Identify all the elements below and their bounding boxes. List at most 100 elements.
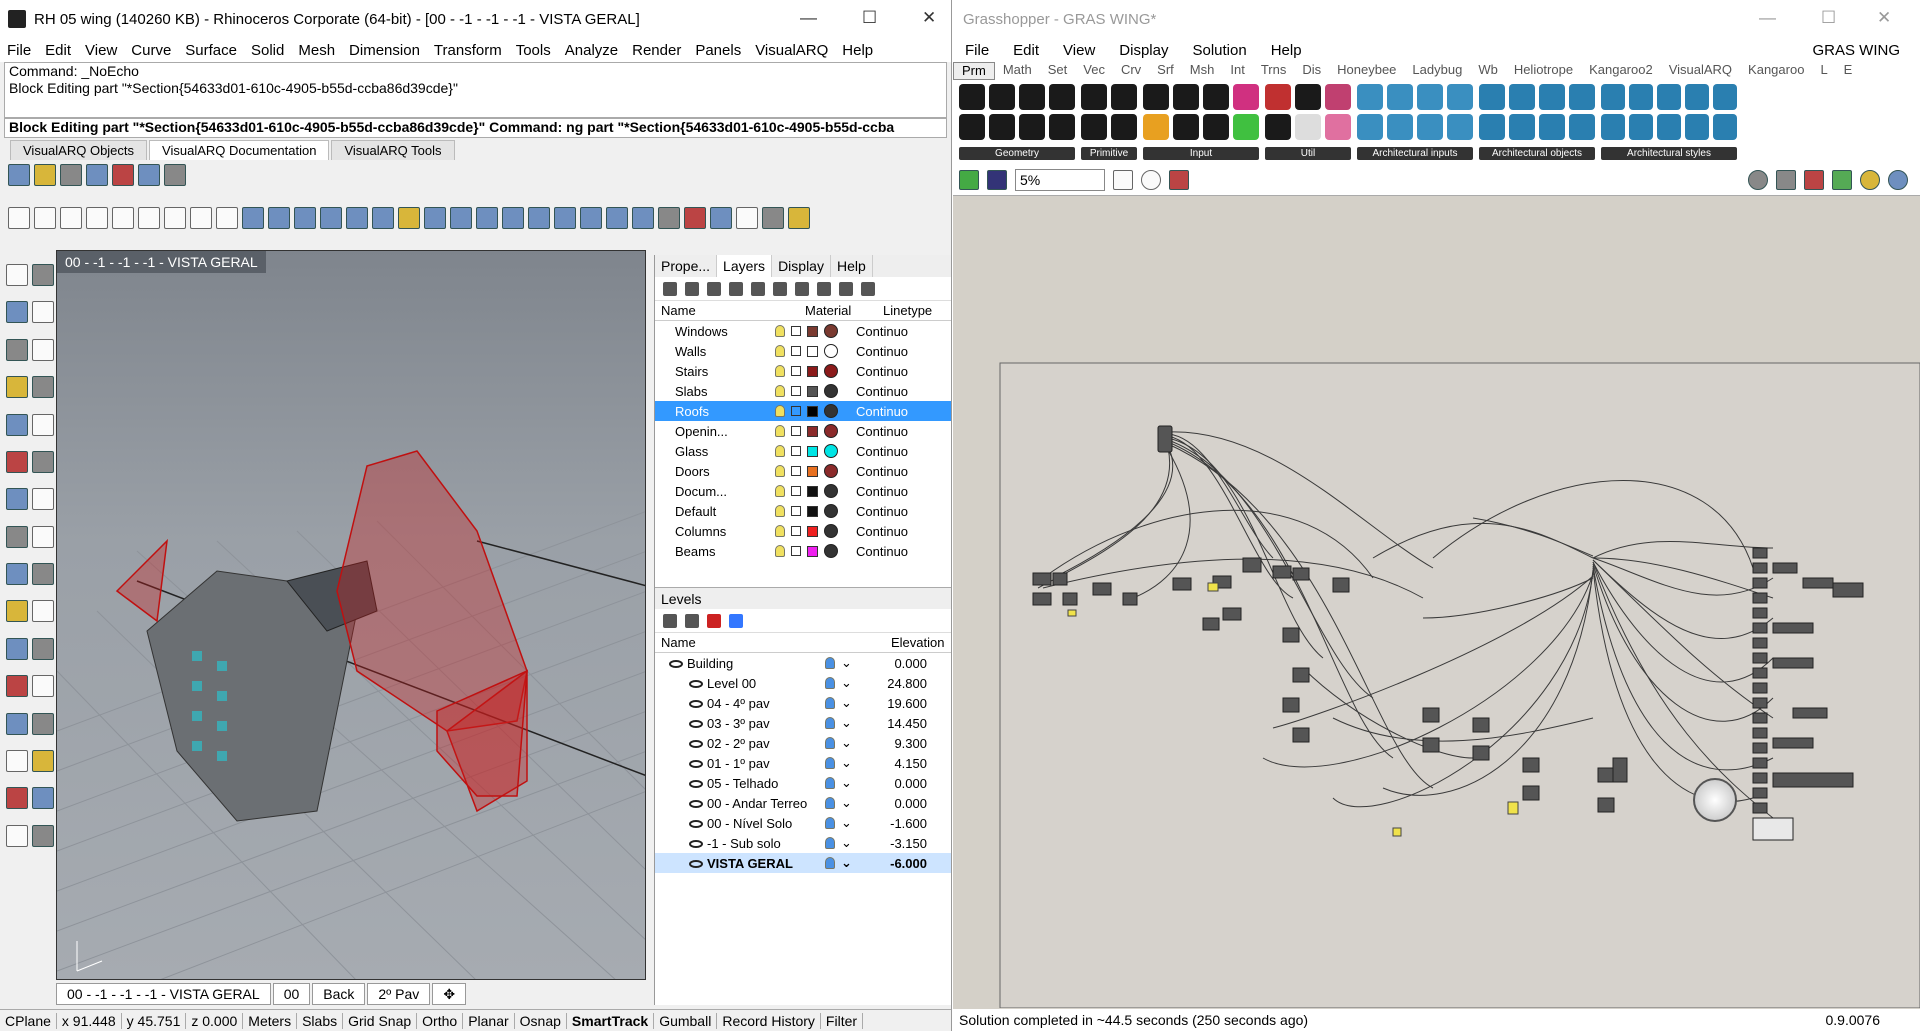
render-icon[interactable] <box>684 207 706 229</box>
menu-curve[interactable]: Curve <box>124 42 178 59</box>
viewport-tab[interactable]: 00 <box>272 983 311 1005</box>
layer-visible-icon[interactable] <box>775 385 785 397</box>
level-eye-icon[interactable] <box>689 760 703 769</box>
gh-close-icon[interactable]: ✕ <box>1877 8 1891 28</box>
level-row[interactable]: 04 - 4º pav ⌄ 19.600 <box>655 693 951 713</box>
layer-lock-icon[interactable] <box>791 526 801 536</box>
delete-layer-icon[interactable] <box>707 281 721 296</box>
layer-lock-icon[interactable] <box>791 426 801 436</box>
gh-tab[interactable]: Honeybee <box>1329 62 1404 80</box>
gh-tab[interactable]: Msh <box>1182 62 1223 80</box>
layer-linetype[interactable]: Continuo <box>856 464 916 479</box>
explode-icon[interactable] <box>580 207 602 229</box>
gh-menu-edit[interactable]: Edit <box>1001 42 1051 59</box>
tool-icon[interactable] <box>6 600 28 623</box>
layer-visible-icon[interactable] <box>775 525 785 537</box>
level-row[interactable]: Level 00 ⌄ 24.800 <box>655 673 951 693</box>
level-tools-icon[interactable]: ⌄ <box>841 755 867 771</box>
layer-color-swatch[interactable] <box>807 385 818 397</box>
level-home-icon[interactable] <box>729 613 743 628</box>
tab-properties[interactable]: Prope... <box>655 255 718 277</box>
gh-component-icon[interactable] <box>1713 114 1737 140</box>
layer-row[interactable]: Slabs Continuo <box>655 381 951 401</box>
house-outline-icon[interactable] <box>138 164 160 186</box>
gh-group-label[interactable]: Util <box>1265 147 1351 160</box>
gh-component-icon[interactable] <box>1049 84 1075 110</box>
dimension-icon[interactable] <box>450 207 472 229</box>
gh-component-icon[interactable] <box>1081 84 1107 110</box>
level-row[interactable]: 00 - Nível Solo ⌄ -1.600 <box>655 813 951 833</box>
status-units[interactable]: Meters <box>243 1012 298 1029</box>
filter-icon[interactable] <box>795 281 809 296</box>
menu-file[interactable]: File <box>0 42 38 59</box>
menu-visualarq[interactable]: VisualARQ <box>748 42 835 59</box>
tool-icon[interactable] <box>6 637 28 660</box>
layer-lock-icon[interactable] <box>791 506 801 516</box>
gh-tab[interactable]: Prm <box>953 62 995 80</box>
status-gridsnap[interactable]: Grid Snap <box>343 1012 418 1029</box>
tool-icon[interactable] <box>6 525 28 548</box>
menu-transform[interactable]: Transform <box>427 42 509 59</box>
gh-component-icon[interactable] <box>1479 84 1505 110</box>
layer-visible-icon[interactable] <box>775 325 785 337</box>
layer-linetype[interactable]: Continuo <box>856 364 916 379</box>
level-eye-icon[interactable] <box>689 680 703 689</box>
rectangle-icon[interactable] <box>164 207 186 229</box>
level-eye-icon[interactable] <box>689 720 703 729</box>
level-tools-icon[interactable]: ⌄ <box>841 835 867 851</box>
tool-icon[interactable] <box>32 824 54 847</box>
layer-color-swatch[interactable] <box>807 485 818 497</box>
menu-solid[interactable]: Solid <box>244 42 291 59</box>
status-ortho[interactable]: Ortho <box>417 1012 464 1029</box>
material-preview-icon[interactable] <box>1860 169 1880 190</box>
layer-material-icon[interactable] <box>824 444 838 458</box>
layer-visible-icon[interactable] <box>775 545 785 557</box>
layer-row[interactable]: Beams Continuo <box>655 541 951 561</box>
layer-material-icon[interactable] <box>824 324 838 338</box>
gh-tab[interactable]: Int <box>1222 62 1252 80</box>
layer-row[interactable]: Windows Continuo <box>655 321 951 341</box>
gh-component-icon[interactable] <box>1357 114 1383 140</box>
layer-visible-icon[interactable] <box>775 345 785 357</box>
layer-linetype[interactable]: Continuo <box>856 444 916 459</box>
fillet-icon[interactable] <box>216 207 238 229</box>
gh-tab[interactable]: Vec <box>1075 62 1113 80</box>
gh-component-icon[interactable] <box>959 84 985 110</box>
gh-menu-file[interactable]: File <box>953 42 1001 59</box>
gh-component-icon[interactable] <box>1387 114 1413 140</box>
preview-eye-icon[interactable] <box>1141 169 1161 190</box>
tool-icon[interactable] <box>6 413 28 436</box>
gh-menu-solution[interactable]: Solution <box>1180 42 1258 59</box>
boolean-icon[interactable] <box>320 207 342 229</box>
level-visible-icon[interactable] <box>825 757 835 769</box>
layer-row[interactable]: Roofs Continuo <box>655 401 951 421</box>
gh-component-icon[interactable] <box>1111 114 1137 140</box>
tool-icon[interactable] <box>32 637 54 660</box>
viewport-tab[interactable]: 00 - -1 - -1 - -1 - VISTA GERAL <box>56 983 271 1005</box>
level-eye-icon[interactable] <box>689 840 703 849</box>
minimize-icon[interactable]: — <box>800 8 817 28</box>
point-icon[interactable] <box>34 207 56 229</box>
layer-color-swatch[interactable] <box>807 345 818 357</box>
menu-surface[interactable]: Surface <box>178 42 244 59</box>
ellipse-icon[interactable] <box>190 207 212 229</box>
tool-icon[interactable] <box>32 525 54 548</box>
level-visible-icon[interactable] <box>825 657 835 669</box>
gh-component-icon[interactable] <box>1019 114 1045 140</box>
tool-icon[interactable] <box>32 301 54 324</box>
level-tools-icon[interactable]: ⌄ <box>841 735 867 751</box>
tool-icon[interactable] <box>6 824 28 847</box>
level-visible-icon[interactable] <box>825 837 835 849</box>
tool-icon[interactable] <box>6 301 28 324</box>
table-icon[interactable] <box>34 164 56 186</box>
level-tools-icon[interactable]: ⌄ <box>841 795 867 811</box>
tool-icon[interactable] <box>6 488 28 511</box>
extrude-icon[interactable] <box>346 207 368 229</box>
levels-col-name[interactable]: Name <box>655 635 891 650</box>
gh-group-label[interactable]: Architectural objects <box>1479 147 1595 160</box>
level-tools-icon[interactable]: ⌄ <box>841 655 867 671</box>
layer-visible-icon[interactable] <box>775 485 785 497</box>
tool-icon[interactable] <box>32 675 54 698</box>
layer-visible-icon[interactable] <box>775 365 785 377</box>
layer-material-icon[interactable] <box>824 404 838 418</box>
